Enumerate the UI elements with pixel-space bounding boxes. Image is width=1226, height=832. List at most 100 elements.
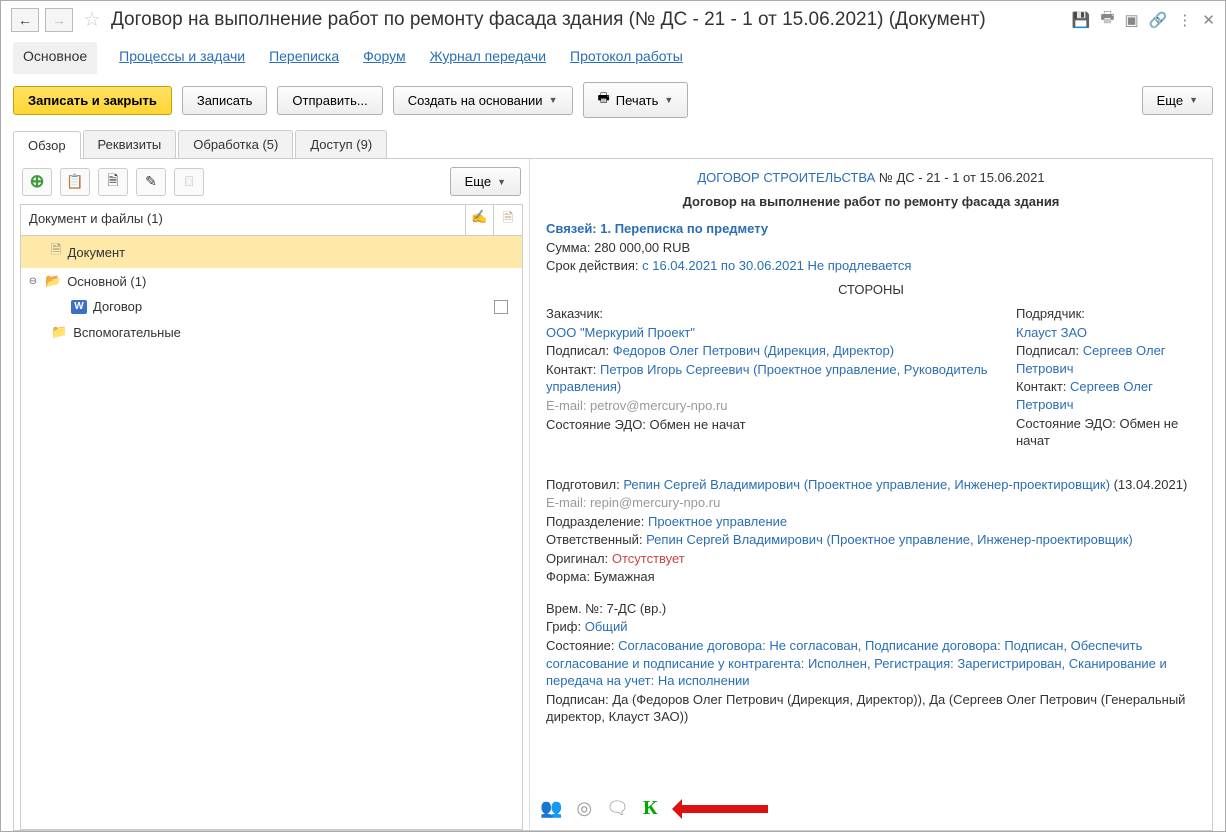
- scan-button[interactable]: ⌼: [174, 168, 204, 196]
- close-icon[interactable]: ✕: [1202, 11, 1215, 29]
- tab-processes[interactable]: Процессы и задачи: [117, 42, 247, 74]
- favorite-star-icon[interactable]: ☆: [83, 7, 101, 32]
- contractor-contact-label: Контакт:: [1016, 379, 1066, 394]
- customer-signed[interactable]: Федоров Олег Петрович (Дирекция, Директо…: [613, 343, 894, 358]
- ctab-props[interactable]: Реквизиты: [83, 130, 177, 158]
- collapse-icon[interactable]: ⊖: [27, 276, 39, 287]
- edit-button[interactable]: ✎: [136, 168, 166, 196]
- tab-correspondence[interactable]: Переписка: [267, 42, 341, 74]
- party-contractor: Подрядчик: Клауст ЗАО Подписал: Сергеев …: [1016, 304, 1196, 450]
- form-value: Бумажная: [594, 569, 655, 584]
- validity-value[interactable]: с 16.04.2021 по 30.06.2021 Не продлевает…: [642, 258, 911, 273]
- content-tabs: Обзор Реквизиты Обработка (5) Доступ (9): [13, 130, 1213, 159]
- state-value[interactable]: Согласование договора: Не согласован, По…: [546, 638, 1167, 688]
- orig-value: Отсутствует: [612, 551, 685, 566]
- tree-row-label: Основной (1): [67, 274, 146, 289]
- resp-value[interactable]: Репин Сергей Владимирович (Проектное упр…: [646, 532, 1133, 547]
- more-button[interactable]: Еще ▼: [1142, 86, 1213, 115]
- stamp-icon[interactable]: ◎: [576, 796, 592, 820]
- tree-row-aux[interactable]: 📁 Вспомогательные: [21, 319, 522, 345]
- word-doc-icon: W: [71, 300, 87, 314]
- doc-type-link[interactable]: ДОГОВОР СТРОИТЕЛЬСТВА: [697, 170, 875, 185]
- print-icon[interactable]: 🖶: [1100, 7, 1114, 32]
- window-title: Договор на выполнение работ по ремонту ф…: [111, 9, 1066, 31]
- left-more-button[interactable]: Еще ▼: [450, 167, 521, 196]
- party-customer: Заказчик: ООО "Меркурий Проект" Подписал…: [546, 304, 996, 450]
- pencil-icon: ✎: [145, 173, 157, 190]
- save-button[interactable]: Записать: [182, 86, 268, 115]
- links-line[interactable]: Связей: 1. Переписка по предмету: [546, 221, 768, 236]
- chevron-down-icon: ▼: [1189, 95, 1198, 105]
- validity-label: Срок действия:: [546, 258, 639, 273]
- bottom-icon-bar: 👥 ◎ 🗨 К: [540, 795, 768, 822]
- contractor-org[interactable]: Клауст ЗАО: [1016, 325, 1087, 340]
- tree-row-label: Документ: [67, 245, 125, 260]
- ctab-access[interactable]: Доступ (9): [295, 130, 387, 158]
- tab-work-protocol[interactable]: Протокол работы: [568, 42, 685, 74]
- link-icon[interactable]: 🔗: [1149, 11, 1168, 29]
- report-icon[interactable]: ▣: [1125, 11, 1139, 29]
- contractor-header: Подрядчик:: [1016, 305, 1196, 323]
- scanner-icon: ⌼: [185, 173, 193, 190]
- plus-icon: ⊕: [29, 171, 44, 192]
- tab-forum[interactable]: Форум: [361, 42, 408, 74]
- dept-value[interactable]: Проектное управление: [648, 514, 787, 529]
- prepared-date: (13.04.2021): [1114, 477, 1188, 492]
- save-icon[interactable]: 💾: [1072, 11, 1091, 29]
- tempno-label: Врем. №:: [546, 601, 603, 616]
- form-label: Форма:: [546, 569, 590, 584]
- contractor-signed-label: Подписал:: [1016, 343, 1079, 358]
- customer-signed-label: Подписал:: [546, 343, 609, 358]
- grif-value[interactable]: Общий: [585, 619, 628, 634]
- tab-main[interactable]: Основное: [13, 42, 97, 74]
- send-button[interactable]: Отправить...: [277, 86, 382, 115]
- page-icon: 🗎: [51, 241, 61, 263]
- nav-back-button[interactable]: ←: [11, 8, 39, 32]
- tab-transfer-log[interactable]: Журнал передачи: [428, 42, 548, 74]
- left-more-label: Еще: [465, 174, 491, 189]
- customer-contact[interactable]: Петров Игорь Сергеевич (Проектное управл…: [546, 362, 988, 395]
- contractor-edo-label: Состояние ЭДО:: [1016, 416, 1116, 431]
- clipboard-icon: 📋: [66, 173, 83, 190]
- folder-icon: 📁: [51, 324, 67, 340]
- tree-header-col-sign[interactable]: ✍: [466, 205, 494, 235]
- create-based-label: Создать на основании: [408, 93, 543, 108]
- state-label: Состояние:: [546, 638, 614, 653]
- prepared-value[interactable]: Репин Сергей Владимирович (Проектное упр…: [623, 477, 1110, 492]
- nav-tabs: Основное Процессы и задачи Переписка Фор…: [1, 38, 1225, 74]
- ctab-processing[interactable]: Обработка (5): [178, 130, 293, 158]
- save-close-button[interactable]: Записать и закрыть: [13, 86, 172, 115]
- paste-button[interactable]: 📋: [60, 168, 90, 196]
- tree-row-label: Договор: [93, 299, 142, 314]
- tree-header-col-file[interactable]: 🗎: [494, 205, 522, 235]
- chevron-down-icon: ▼: [497, 177, 506, 187]
- tree-row-main-folder[interactable]: ⊖ 📂 Основной (1): [21, 268, 522, 294]
- orig-label: Оригинал:: [546, 551, 608, 566]
- resp-label: Ответственный:: [546, 532, 642, 547]
- grif-label: Гриф:: [546, 619, 581, 634]
- chat-icon[interactable]: 🗨: [606, 796, 629, 820]
- printer-icon: 🖶: [598, 89, 610, 111]
- dept-label: Подразделение:: [546, 514, 644, 529]
- kebab-menu-icon[interactable]: ⋮: [1177, 11, 1192, 29]
- tree-header-title[interactable]: Документ и файлы (1): [21, 205, 466, 235]
- nav-forward-button[interactable]: →: [45, 8, 73, 32]
- tree-row-document[interactable]: 🗎 Документ: [21, 236, 522, 268]
- print-button[interactable]: 🖶 Печать ▼: [583, 82, 689, 118]
- signed-summary-label: Подписан:: [546, 692, 609, 707]
- main-toolbar: Записать и закрыть Записать Отправить...…: [1, 74, 1225, 126]
- file-tree[interactable]: 🗎 Документ ⊖ 📂 Основной (1) W Договор 📁: [20, 236, 523, 830]
- chevron-down-icon: ▼: [549, 95, 558, 105]
- row-checkbox[interactable]: [494, 300, 508, 314]
- people-icon[interactable]: 👥: [540, 796, 562, 820]
- tree-header: Документ и файлы (1) ✍ 🗎: [20, 204, 523, 236]
- customer-org[interactable]: ООО "Меркурий Проект": [546, 325, 695, 340]
- tree-row-contract[interactable]: W Договор: [21, 294, 522, 319]
- add-button[interactable]: ⊕: [22, 168, 52, 196]
- new-doc-button[interactable]: 🗎: [98, 168, 128, 196]
- create-based-button[interactable]: Создать на основании ▼: [393, 86, 573, 115]
- ctab-overview[interactable]: Обзор: [13, 131, 81, 159]
- customer-email: E-mail: petrov@mercury-npo.ru: [546, 397, 996, 415]
- customer-edo: Обмен не начат: [650, 417, 746, 432]
- k-mark-icon[interactable]: К: [643, 795, 658, 822]
